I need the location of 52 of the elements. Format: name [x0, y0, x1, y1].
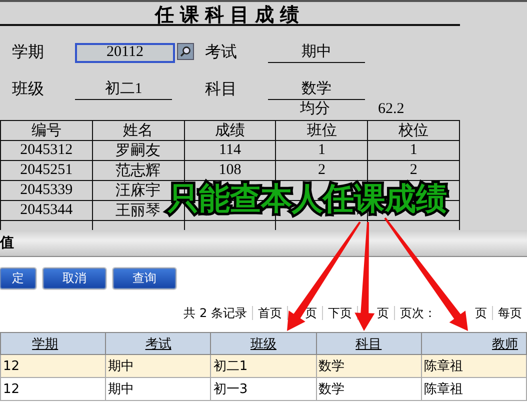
column-header: 班位 [276, 120, 368, 140]
grid-cell: 陈章祖 [421, 378, 526, 400]
column-header[interactable]: 考试 [106, 332, 211, 354]
table-cell: 2 [368, 160, 460, 180]
column-header[interactable]: 班级 [210, 332, 316, 354]
grid-cell: 初一3 [210, 378, 316, 400]
pager-link[interactable]: 下页 [328, 304, 352, 322]
grid-cell: 12 [0, 378, 106, 400]
field-value: 初二1 [75, 79, 172, 100]
column-header[interactable]: 学期 [0, 332, 106, 354]
field-value: 数学 [268, 79, 365, 100]
table-cell: 108 [184, 160, 276, 180]
grid-row[interactable]: 12 期中 初一3 数学 陈章祖 [0, 378, 526, 400]
pager-link[interactable]: 首页 [258, 304, 282, 322]
dialog-button[interactable]: 定 [0, 268, 36, 289]
column-header: 编号 [0, 120, 92, 140]
grid-cell: 数学 [316, 378, 422, 400]
table-cell: 范志辉 [92, 160, 184, 180]
record-count: 共 2 条记录 [184, 304, 247, 322]
pager-link[interactable]: 页 [447, 304, 487, 322]
table-cell: 2045339 [0, 180, 92, 200]
average-value: 62.2 [378, 102, 404, 116]
pager-link[interactable]: 页 [305, 304, 317, 322]
table-cell: 114 [184, 140, 276, 160]
table-cell: 2 [276, 160, 368, 180]
dialog-button[interactable]: 取消 [43, 268, 106, 289]
field-label: 考试 [205, 42, 238, 63]
table-cell: 1 [368, 140, 460, 160]
table-cell: 2045344 [0, 200, 92, 220]
dialog-button[interactable]: 查询 [113, 268, 176, 289]
average-label: 均分 [300, 102, 330, 116]
pager-link[interactable]: 页 [377, 304, 389, 322]
report-title: 任课科目成绩 [0, 2, 460, 26]
term-field[interactable]: 20112 [75, 42, 175, 62]
column-header: 成绩 [184, 120, 276, 140]
search-icon[interactable] [177, 43, 194, 60]
grid-cell: 期中 [106, 378, 211, 400]
table-cell: 罗嗣友 [92, 140, 184, 160]
field-value: 期中 [268, 42, 365, 63]
table-cell: 2045251 [0, 160, 92, 180]
column-header[interactable]: 科目 [316, 332, 422, 354]
field-label: 科目 [205, 80, 238, 100]
field-label: 班级 [12, 80, 45, 100]
field-label: 学期 [12, 43, 45, 63]
pager-link[interactable]: 每页 [498, 304, 522, 322]
column-header: 校位 [368, 120, 460, 140]
table-cell: 2045312 [0, 140, 92, 160]
column-header[interactable]: 教师 [421, 332, 526, 354]
column-header: 姓名 [92, 120, 184, 140]
table-cell: 1 [276, 140, 368, 160]
grid-row[interactable]: 12 期中 初二1 数学 陈章祖 [0, 354, 526, 378]
pager-link[interactable]: 页次： [400, 304, 436, 322]
